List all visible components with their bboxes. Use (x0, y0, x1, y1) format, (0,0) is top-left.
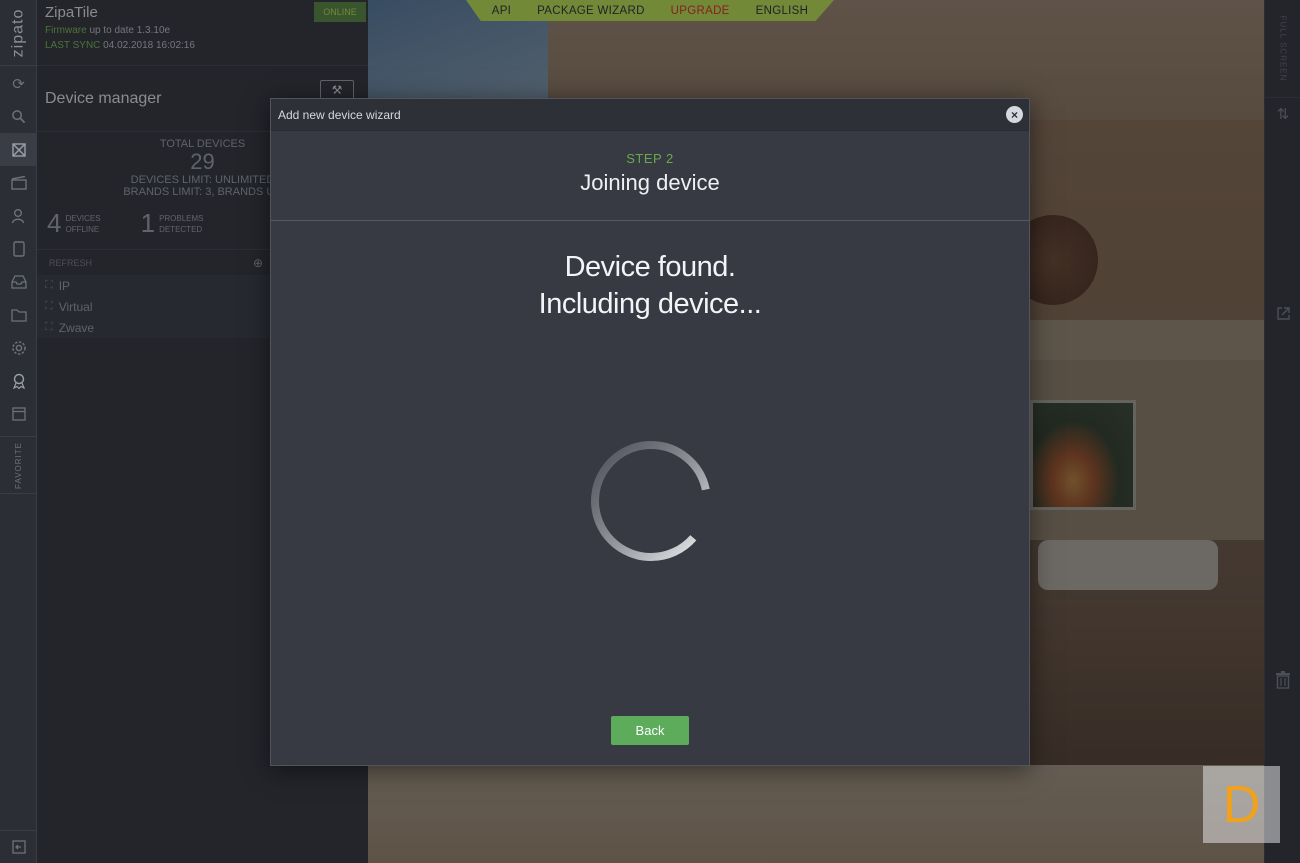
back-button[interactable]: Back (611, 716, 689, 745)
devices-icon[interactable] (0, 133, 37, 166)
favorite-tab[interactable]: FAVORITE (0, 436, 37, 494)
wizard-step-header: STEP 2 Joining device (271, 131, 1029, 221)
users-icon[interactable] (0, 199, 37, 232)
award-icon[interactable] (0, 364, 37, 397)
folder-icon[interactable] (0, 298, 37, 331)
inbox-icon[interactable] (0, 265, 37, 298)
scenes-icon[interactable] (0, 166, 37, 199)
step-title: Joining device (580, 170, 720, 195)
gear-icon[interactable] (0, 331, 37, 364)
dialog-title: Add new device wizard (278, 108, 401, 122)
calendar-icon[interactable] (0, 397, 37, 430)
close-icon[interactable]: × (1006, 106, 1023, 123)
sync-icon[interactable]: ⟳ (0, 67, 37, 100)
status-message: Device found. Including device... (271, 249, 1029, 323)
add-device-wizard-dialog: Add new device wizard × STEP 2 Joining d… (270, 98, 1030, 766)
status-line-1: Device found. (564, 251, 736, 283)
icon-sidebar: zipato ⟳ FAVORITE (0, 0, 37, 863)
search-icon[interactable] (0, 100, 37, 133)
step-label: STEP 2 (626, 151, 674, 166)
status-line-2: Including device... (538, 288, 762, 320)
dialog-title-bar: Add new device wizard × (271, 99, 1029, 131)
zipato-logo: zipato (0, 0, 37, 66)
phone-icon[interactable] (0, 232, 37, 265)
watermark-badge: D (1203, 766, 1280, 843)
logout-icon[interactable] (0, 830, 37, 863)
loading-spinner-icon (591, 441, 711, 561)
